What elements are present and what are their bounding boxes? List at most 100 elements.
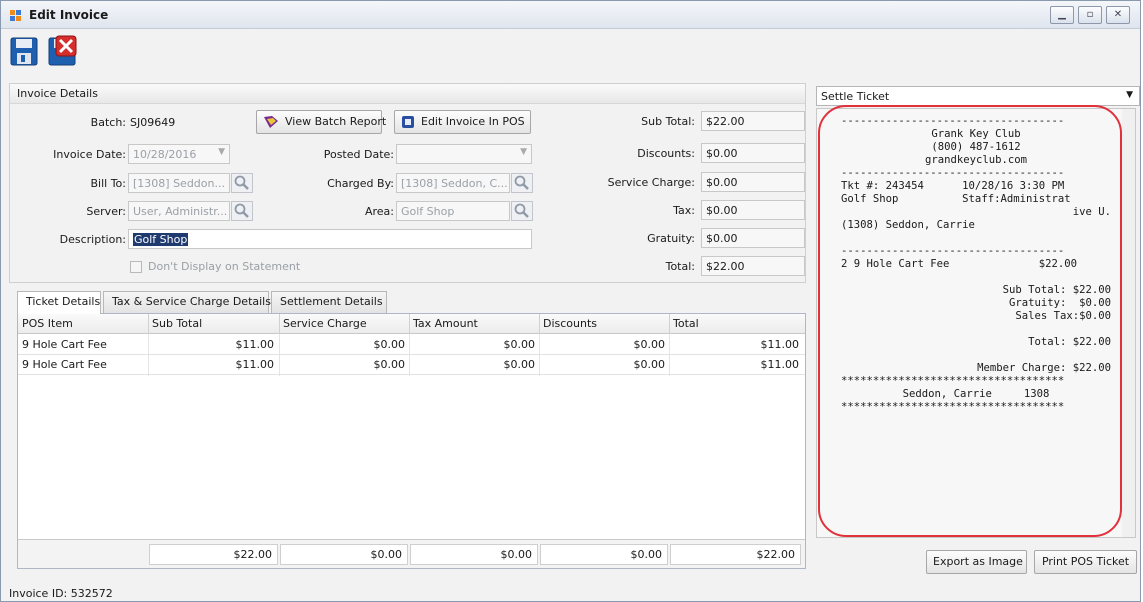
cancel-button[interactable] [47,35,77,67]
export-as-image-button[interactable]: Export as Image [926,550,1027,574]
sub-total-label: Sub Total: [641,115,695,128]
invoice-details-title: Invoice Details [17,87,98,100]
column-header-total[interactable]: Total [673,317,699,330]
tax-label: Tax: [673,204,695,217]
cell-service-charge: $0.00 [373,358,406,371]
discounts-label: Discounts: [637,147,695,160]
sub-total-field[interactable]: $22.00 [701,111,805,131]
description-input[interactable]: Golf Shop [128,229,532,249]
service-charge-field[interactable]: $0.00 [701,172,805,192]
grid-header: POS Item Sub Total Service Charge Tax Am… [18,314,805,334]
bill-to-field[interactable]: [1308] Seddon... [128,173,230,193]
chevron-down-icon: ▼ [218,147,225,157]
save-button[interactable] [9,35,39,67]
chevron-down-icon: ▼ [520,147,527,157]
receipt-ticket-line: Tkt #: 243454 10/28/16 3:30 PM [841,180,1065,192]
gratuity-label: Gratuity: [647,232,695,245]
window-title: Edit Invoice [29,8,109,22]
receipt-divider: ----------------------------------- [841,245,1065,257]
total-label: Total: [665,260,695,273]
dont-display-checkbox[interactable] [130,261,142,273]
footer-sub-total: $22.00 [149,544,278,565]
bill-to-search-icon[interactable] [231,173,253,193]
invoice-date-label: Invoice Date: [53,148,126,161]
footer-discounts: $0.00 [540,544,668,565]
batch-value: SJ09649 [130,116,176,129]
view-batch-report-button[interactable]: View Batch Report [256,110,386,134]
receipt-item-line: 2 9 Hole Cart Fee $22.00 [841,258,1077,270]
receipt-website: grandkeyclub.com [924,154,1028,166]
receipt-signature-line: Seddon, Carrie 1308 [902,388,1050,400]
server-label: Server: [86,205,126,218]
table-row[interactable]: 9 Hole Cart Fee $11.00 $0.00 $0.00 $0.00… [18,335,805,355]
description-label: Description: [59,233,126,246]
minimize-button[interactable]: ▁ [1050,6,1074,24]
report-icon [264,116,278,128]
print-pos-ticket-button[interactable]: Print POS Ticket [1034,550,1137,574]
area-field[interactable]: Golf Shop [396,201,510,221]
column-header-discounts[interactable]: Discounts [543,317,597,330]
receipt-sales-tax: Sales Tax:$0.00 [1015,310,1111,322]
receipt-member-charge: Member Charge: $22.00 [977,362,1111,374]
footer-total: $22.00 [670,544,801,565]
receipt-divider: ----------------------------------- [841,167,1065,179]
receipt-shop-line: Golf Shop Staff:Administrat [841,193,1071,205]
area-search-icon[interactable] [511,201,533,221]
cell-sub-total: $11.00 [235,358,275,371]
column-header-tax-amount[interactable]: Tax Amount [413,317,478,330]
cell-pos-item: 9 Hole Cart Fee [22,338,107,351]
receipt-stars: *********************************** [841,375,1065,387]
cell-total: $11.00 [760,338,800,351]
discounts-field[interactable]: $0.00 [701,143,805,163]
receipt-stars: *********************************** [841,401,1065,413]
maximize-button[interactable]: ▫ [1078,6,1102,24]
close-button[interactable]: ✕ [1106,6,1130,24]
receipt-scrollbar[interactable] [1122,109,1135,537]
cell-discounts: $0.00 [633,338,666,351]
edit-invoice-window: Edit Invoice ▁ ▫ ✕ Invoice Details Batch… [0,0,1141,602]
receipt-gratuity: Gratuity: $0.00 [1008,297,1111,309]
ticket-details-grid: POS Item Sub Total Service Charge Tax Am… [17,313,806,569]
posted-date-label: Posted Date: [323,148,394,161]
receipt-sub-total: Sub Total: $22.00 [1002,284,1111,296]
cell-service-charge: $0.00 [373,338,406,351]
column-header-service-charge[interactable]: Service Charge [283,317,367,330]
dont-display-label: Don't Display on Statement [148,260,301,273]
column-header-pos-item[interactable]: POS Item [22,317,73,330]
settle-ticket-dropdown[interactable]: Settle Ticket ▼ [816,86,1140,106]
area-label: Area: [364,205,394,218]
receipt-club-name: Grank Key Club [931,128,1021,140]
receipt-staff-wrap: ive U. [1072,206,1111,218]
tab-ticket-details[interactable]: Ticket Details [17,291,101,314]
tab-tax-service-charge-details[interactable]: Tax & Service Charge Details [103,291,271,313]
column-header-sub-total[interactable]: Sub Total [152,317,202,330]
posted-date-picker[interactable]: ▼ [396,144,532,164]
receipt-text: ----------------------------------- Gran… [841,115,1111,414]
cell-pos-item: 9 Hole Cart Fee [22,358,107,371]
server-search-icon[interactable] [231,201,253,221]
cell-tax-amount: $0.00 [503,338,536,351]
edit-invoice-in-pos-button[interactable]: Edit Invoice In POS [394,110,531,134]
tab-settlement-details[interactable]: Settlement Details [271,291,387,313]
cell-discounts: $0.00 [633,358,666,371]
receipt-phone: (800) 487-1612 [931,141,1021,153]
invoice-details-header: Invoice Details [10,84,805,104]
gratuity-field[interactable]: $0.00 [701,228,805,248]
table-row[interactable]: 9 Hole Cart Fee $11.00 $0.00 $0.00 $0.00… [18,355,805,375]
receipt-total: Total: $22.00 [1028,336,1111,348]
invoice-date-picker[interactable]: 10/28/2016 ▼ [128,144,230,164]
charged-by-search-icon[interactable] [511,173,533,193]
service-charge-label: Service Charge: [607,176,695,189]
server-field[interactable]: User, Administr... [128,201,230,221]
description-value: Golf Shop [133,233,189,246]
batch-label: Batch: [90,116,126,129]
app-icon [10,10,21,21]
cell-tax-amount: $0.00 [503,358,536,371]
title-bar: Edit Invoice ▁ ▫ ✕ [1,1,1140,29]
grid-footer: $22.00 $0.00 $0.00 $0.00 $22.00 [18,539,805,568]
charged-by-field[interactable]: [1308] Seddon, C... [396,173,510,193]
total-field[interactable]: $22.00 [701,256,805,276]
charged-by-label: Charged By: [327,177,394,190]
bill-to-label: Bill To: [90,177,127,190]
tax-field[interactable]: $0.00 [701,200,805,220]
